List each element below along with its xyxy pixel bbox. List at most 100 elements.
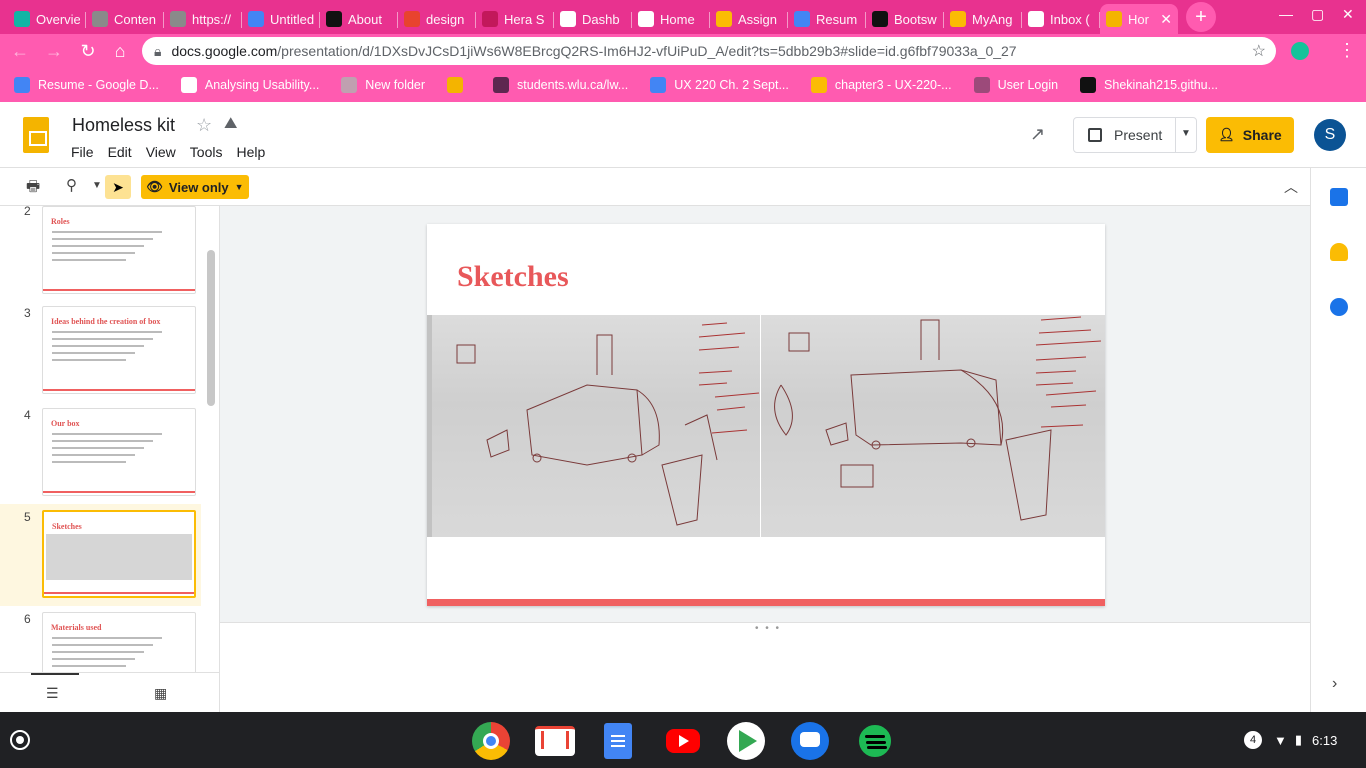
forward-icon[interactable]: →: [42, 39, 66, 63]
omnibox[interactable]: 🔒︎ docs.google.com/presentation/d/1DXsDv…: [142, 37, 1276, 65]
launcher-icon[interactable]: [10, 730, 30, 750]
drive-status-icon[interactable]: ⛰: [224, 115, 237, 133]
bookmark-item[interactable]: students.wlu.ca/lw...: [493, 77, 628, 93]
browser-tab[interactable]: Hor ✕: [1100, 4, 1178, 34]
browser-tab[interactable]: Dashb: [554, 4, 632, 34]
menu-file[interactable]: File: [64, 142, 101, 162]
gmail-icon[interactable]: [535, 726, 575, 756]
spotify-icon[interactable]: [856, 722, 894, 760]
collapse-menus-icon[interactable]: ︿: [1284, 177, 1298, 197]
sketch-photo-right: [761, 315, 1105, 537]
browser-tab[interactable]: Untitled: [242, 4, 320, 34]
filmstrip-slide[interactable]: 6 Materials used: [0, 606, 201, 672]
browser-tab[interactable]: https://: [164, 4, 242, 34]
new-tab-button[interactable]: +: [1186, 2, 1216, 32]
zoom-icon[interactable]: ⚲: [66, 176, 77, 194]
browser-tab[interactable]: Assign: [710, 4, 788, 34]
star-icon[interactable]: ☆: [196, 115, 212, 136]
browser-tab[interactable]: Home: [632, 4, 710, 34]
thumbnail-text-line: [52, 447, 144, 449]
slide-thumbnail[interactable]: Roles: [42, 206, 196, 294]
filmstrip-scrollbar[interactable]: [207, 250, 215, 406]
youtube-icon[interactable]: [666, 729, 700, 753]
filmstrip-slide[interactable]: 5 Sketches: [0, 504, 201, 606]
browser-tab[interactable]: Resum: [788, 4, 866, 34]
print-icon[interactable]: 🖶: [26, 176, 40, 201]
slide-canvas: Sketches: [220, 206, 1310, 622]
present-button[interactable]: Present ▼: [1073, 117, 1197, 153]
current-slide[interactable]: Sketches: [427, 224, 1105, 606]
browser-tab[interactable]: Bootsw: [866, 4, 944, 34]
system-tray[interactable]: 4 ▼ ▮ 6:13: [1244, 728, 1337, 752]
bookmark-item[interactable]: User Login: [973, 77, 1058, 93]
slide-number: 3: [24, 306, 31, 320]
grid-view-icon[interactable]: ▦: [154, 685, 167, 702]
tab-close-icon[interactable]: ✕: [1160, 11, 1172, 28]
slide-thumbnail[interactable]: Materials used: [42, 612, 196, 672]
slides-logo-icon[interactable]: [23, 117, 49, 153]
bookmark-favicon-icon: [14, 77, 30, 93]
bookmark-star-icon[interactable]: ☆: [1252, 41, 1266, 61]
back-icon[interactable]: ←: [8, 39, 32, 63]
chrome-icon[interactable]: [472, 722, 510, 760]
app-header: Homeless kit ☆ ⛰ File Edit View Tools Help ↗…: [0, 102, 1366, 168]
maximize-icon[interactable]: ▢: [1311, 6, 1324, 23]
present-icon: [1088, 128, 1102, 142]
view-only-button[interactable]: 👁︎ View only ▼: [141, 175, 249, 199]
browser-tab[interactable]: About: [320, 4, 398, 34]
bookmark-item[interactable]: [447, 77, 471, 93]
notes-resize-handle[interactable]: • • •: [755, 623, 781, 634]
tasks-icon[interactable]: [1330, 298, 1348, 316]
tab-label: Untitled: [270, 11, 314, 27]
play-store-icon[interactable]: [727, 722, 765, 760]
avatar[interactable]: S: [1314, 119, 1346, 151]
bookmark-item[interactable]: Shekinah215.githu...: [1080, 77, 1218, 93]
slide-thumbnail[interactable]: Ideas behind the creation of box: [42, 306, 196, 394]
browser-tab[interactable]: Conten: [86, 4, 164, 34]
bookmark-item[interactable]: New folder: [341, 77, 425, 93]
bookmark-item[interactable]: Resume - Google D...: [14, 77, 159, 93]
home-icon[interactable]: ⌂: [108, 39, 132, 63]
thumbnail-accent-bar: [43, 491, 195, 493]
calendar-icon[interactable]: [1330, 188, 1348, 206]
browser-tab[interactable]: Overvie: [8, 4, 86, 34]
document-title[interactable]: Homeless kit: [72, 115, 175, 136]
minimize-icon[interactable]: —: [1279, 6, 1293, 22]
filmstrip: 2 Roles 3 Ideas behind the creation of box 4…: [0, 206, 220, 672]
close-window-icon[interactable]: ✕: [1342, 6, 1354, 23]
bookmark-item[interactable]: chapter3 - UX-220-...: [810, 77, 952, 93]
slide-thumbnail[interactable]: Sketches: [42, 510, 196, 598]
speaker-notes: • • •: [220, 622, 1310, 712]
bookmark-item[interactable]: UX 220 Ch. 2 Sept...: [650, 77, 789, 93]
docs-icon[interactable]: [604, 723, 632, 759]
zoom-dropdown-icon[interactable]: ▼: [92, 180, 102, 191]
filmstrip-slide[interactable]: 3 Ideas behind the creation of box: [0, 300, 201, 402]
thumbnail-title: Sketches: [52, 522, 82, 531]
keep-icon[interactable]: [1330, 243, 1348, 261]
browser-tab[interactable]: Hera S: [476, 4, 554, 34]
menu-view[interactable]: View: [139, 142, 183, 162]
grammarly-icon[interactable]: [1291, 42, 1309, 60]
menu-edit[interactable]: Edit: [101, 142, 139, 162]
messages-icon[interactable]: [791, 722, 829, 760]
present-dropdown-icon[interactable]: ▼: [1181, 128, 1191, 139]
filmstrip-view-icon[interactable]: ☰: [46, 685, 59, 702]
select-cursor-icon[interactable]: ➤: [105, 175, 131, 199]
filmstrip-slide[interactable]: 4 Our box: [0, 402, 201, 504]
browser-menu-icon[interactable]: ⋮: [1338, 40, 1356, 61]
browser-tab[interactable]: MyAng: [944, 4, 1022, 34]
activity-trend-icon[interactable]: ↗: [1030, 124, 1045, 145]
tab-favicon-icon: [1028, 11, 1044, 27]
menu-tools[interactable]: Tools: [183, 142, 230, 162]
browser-tab[interactable]: design: [398, 4, 476, 34]
reload-icon[interactable]: ↻: [76, 39, 100, 63]
filmstrip-slide[interactable]: 2 Roles: [0, 206, 201, 300]
share-button[interactable]: 👤︎ Share: [1206, 117, 1294, 153]
expand-side-panel-icon[interactable]: ›: [1332, 675, 1337, 693]
tab-favicon-icon: [716, 11, 732, 27]
bookmark-label: Shekinah215.githu...: [1104, 78, 1219, 92]
bookmark-item[interactable]: Analysing Usability...: [180, 77, 319, 93]
slide-thumbnail[interactable]: Our box: [42, 408, 196, 496]
browser-tab[interactable]: Inbox (: [1022, 4, 1100, 34]
menu-help[interactable]: Help: [229, 142, 272, 162]
